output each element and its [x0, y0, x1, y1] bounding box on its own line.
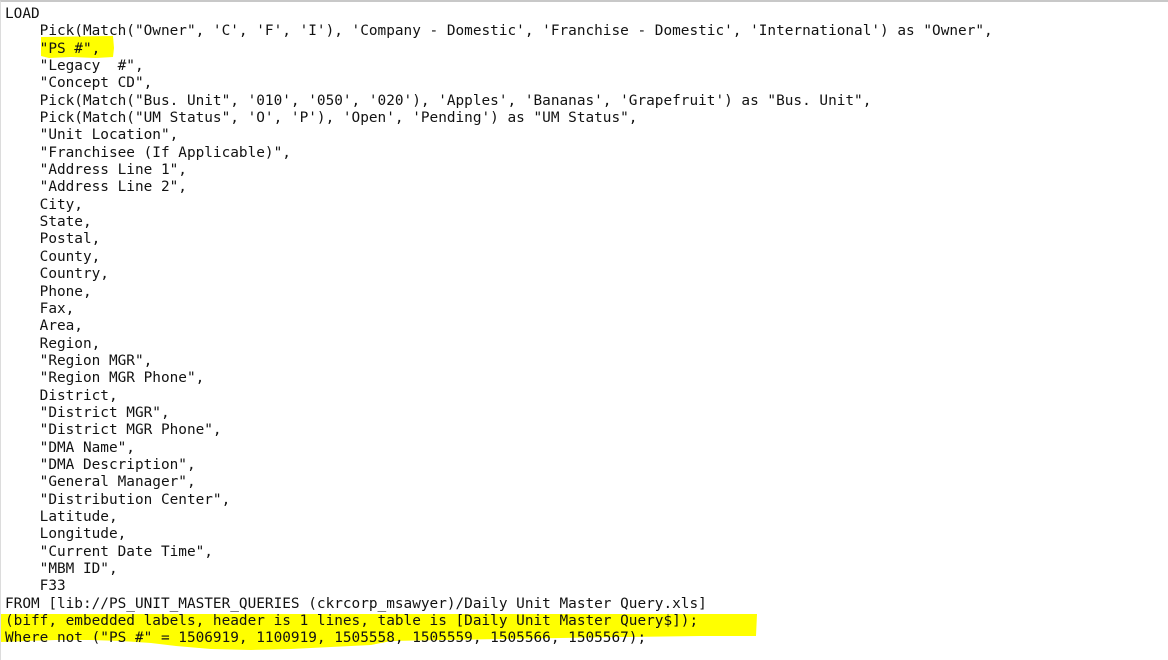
script-line: "Concept CD",: [5, 75, 153, 92]
script-line: "DMA Description",: [5, 456, 196, 473]
script-line: "DMA Name",: [5, 439, 135, 456]
script-line: "Franchisee (If Applicable)",: [5, 144, 291, 161]
script-line: District,: [5, 387, 118, 404]
script-line: "Region MGR",: [5, 352, 153, 369]
script-line: "District MGR Phone",: [5, 422, 222, 439]
script-line: Longitude,: [5, 526, 127, 543]
script-line: Pick(Match("UM Status", 'O', 'P'), 'Open…: [5, 110, 638, 127]
script-line: Region,: [5, 335, 101, 352]
script-line: County,: [5, 248, 101, 265]
script-line: "Distribution Center",: [5, 491, 231, 508]
script-line: FROM [lib://PS_UNIT_MASTER_QUERIES (ckrc…: [5, 595, 707, 612]
load-script-editor[interactable]: LOAD Pick(Match("Owner", 'C', 'F', 'I'),…: [0, 0, 1168, 660]
script-line: F33: [5, 578, 66, 595]
script-line: Latitude,: [5, 508, 118, 525]
script-line: "Current Date Time",: [5, 543, 213, 560]
script-line: LOAD: [5, 6, 40, 22]
script-line: Phone,: [5, 283, 92, 300]
script-line: "Region MGR Phone",: [5, 370, 205, 387]
script-line: Pick(Match("Owner", 'C', 'F', 'I'), 'Com…: [5, 23, 993, 40]
script-line: "Legacy #",: [5, 58, 144, 75]
script-code-text[interactable]: LOAD Pick(Match("Owner", 'C', 'F', 'I'),…: [1, 2, 993, 648]
script-line: Fax,: [5, 300, 75, 317]
script-line: Country,: [5, 266, 109, 283]
script-line: "PS #",: [5, 40, 101, 57]
script-line: Where not ("PS #" = 1506919, 1100919, 15…: [5, 630, 647, 647]
script-line: City,: [5, 196, 83, 213]
script-line: Pick(Match("Bus. Unit", '010', '050', '0…: [5, 92, 872, 109]
script-line: "District MGR",: [5, 404, 170, 421]
script-line: Area,: [5, 318, 83, 335]
script-line: "Unit Location",: [5, 127, 179, 144]
script-line: "MBM ID",: [5, 561, 118, 577]
script-line: "Address Line 1",: [5, 162, 187, 179]
script-line: State,: [5, 214, 92, 231]
script-line: "General Manager",: [5, 474, 196, 491]
script-line: "Address Line 2",: [5, 179, 187, 196]
script-line: Postal,: [5, 231, 101, 248]
script-line: (biff, embedded labels, header is 1 line…: [5, 613, 699, 630]
